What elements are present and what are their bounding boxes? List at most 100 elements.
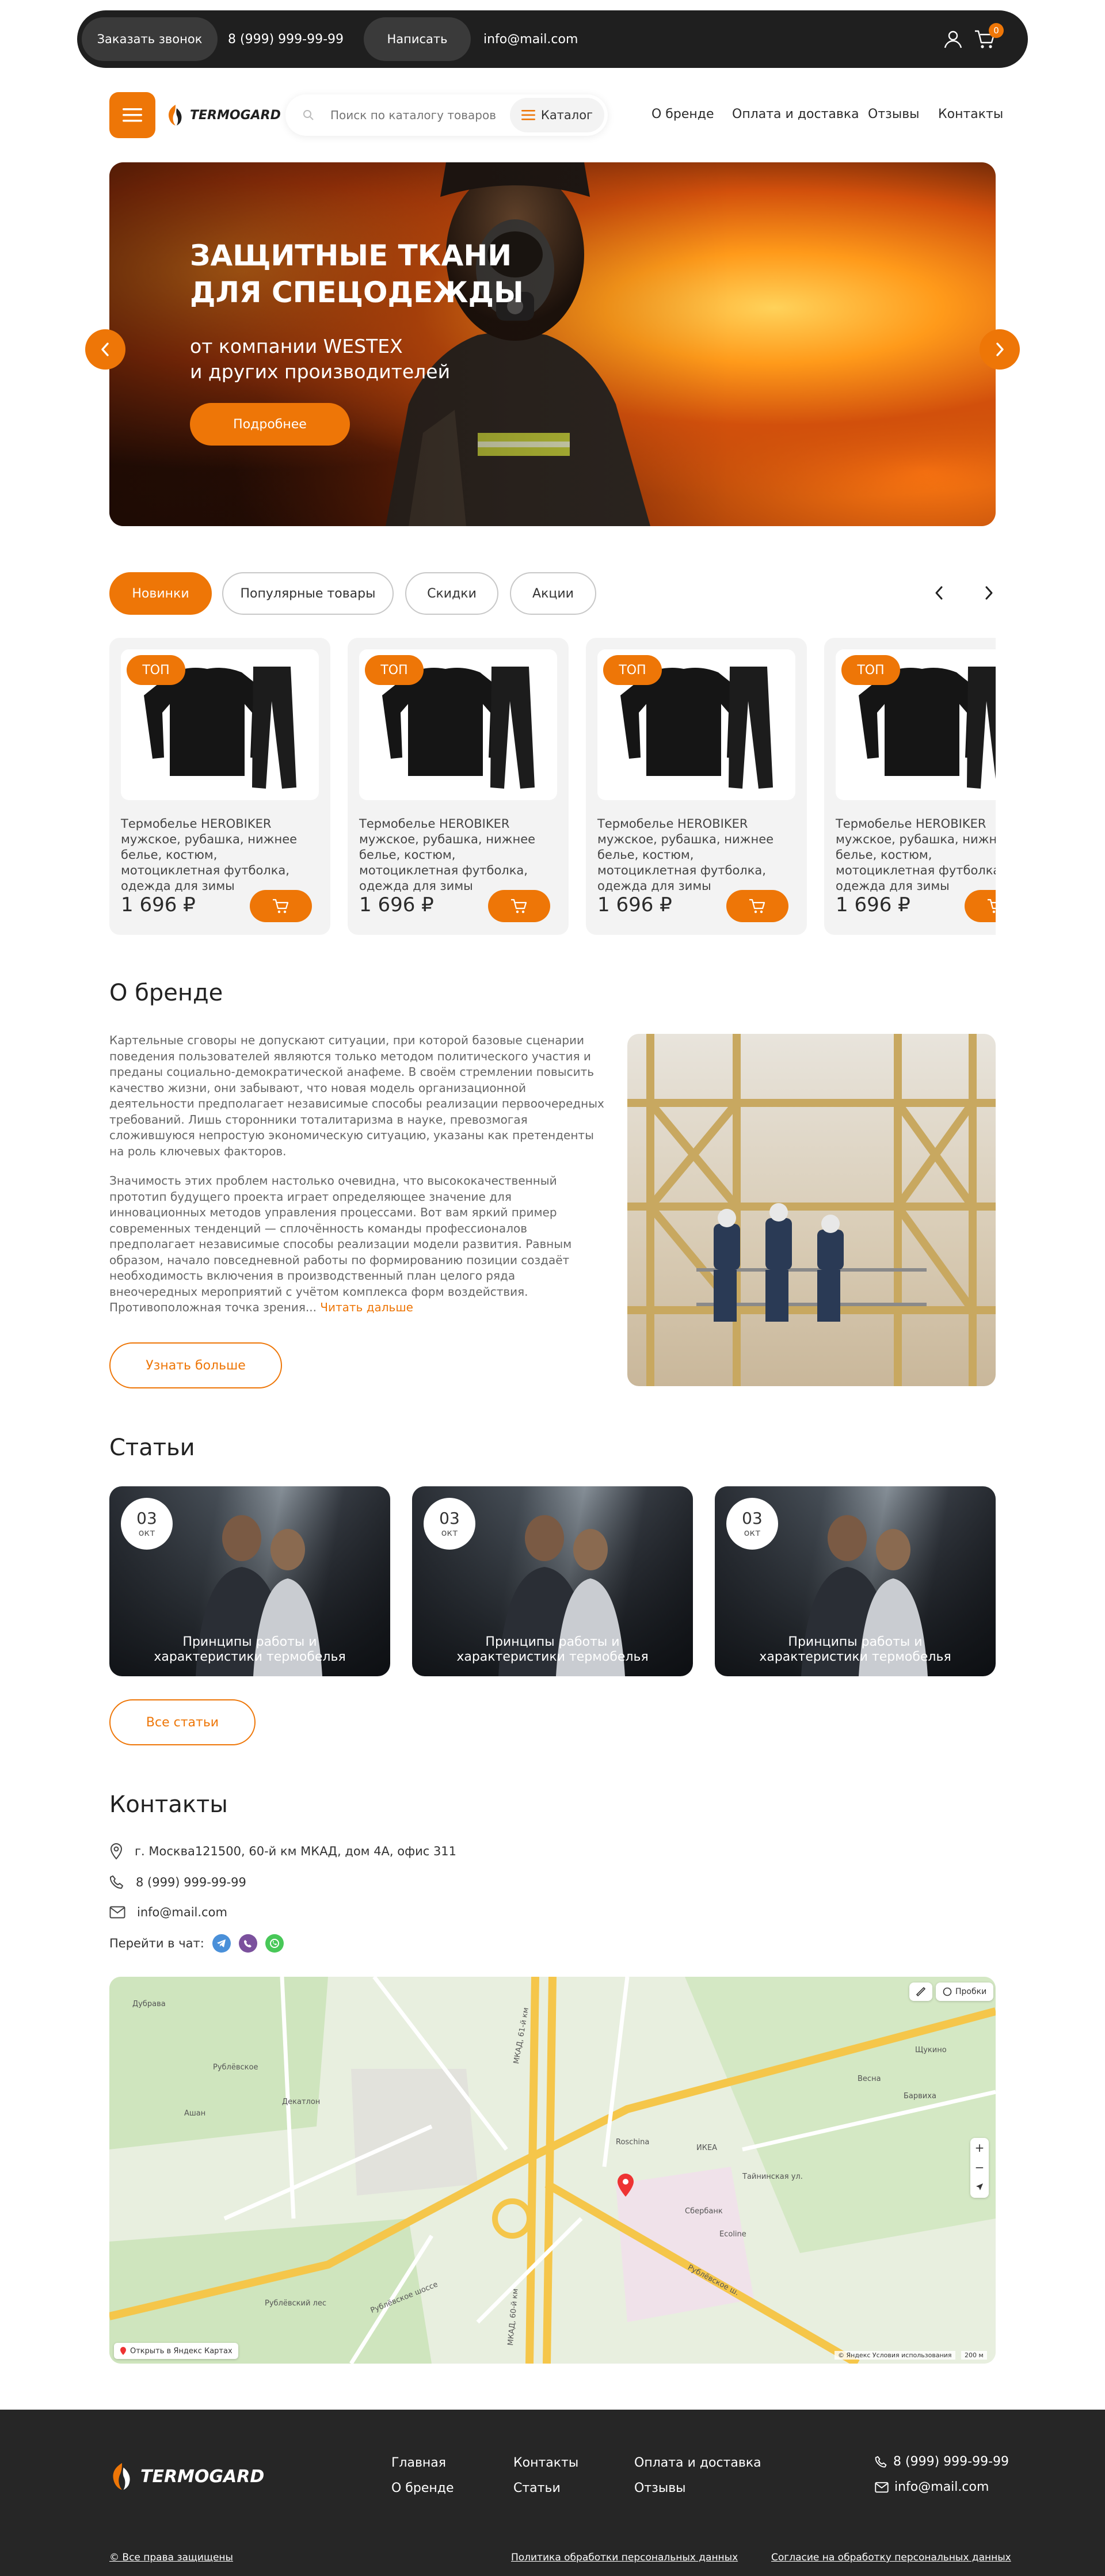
product-name[interactable]: Термобелье HEROBIKER мужское, рубашка, н… (359, 816, 557, 894)
product-image: ТОП (836, 649, 996, 800)
telegram-icon[interactable] (212, 1934, 231, 1953)
add-to-cart-button[interactable] (965, 890, 996, 922)
menu-burger-button[interactable] (109, 92, 155, 138)
article-card[interactable]: 03 окт Принципы работы и характеристики т… (412, 1486, 693, 1676)
article-title[interactable]: Принципы работы и характеристики термобе… (429, 1635, 676, 1665)
map-label: Рублёвский лес (265, 2299, 327, 2308)
add-to-cart-button[interactable] (726, 890, 788, 922)
footer-email[interactable]: info@mail.com (875, 2480, 989, 2494)
add-to-cart-button[interactable] (250, 890, 312, 922)
consent-link[interactable]: Согласие на обработку персональных данны… (771, 2552, 1011, 2563)
footer-link-contacts[interactable]: Контакты (513, 2456, 578, 2470)
catalog-button[interactable]: Каталог (510, 98, 604, 132)
product-price: 1 696 ₽ (597, 893, 672, 916)
learn-more-button[interactable]: Узнать больше (109, 1342, 282, 1388)
footer-link-home[interactable]: Главная (391, 2456, 446, 2470)
map-pin-icon[interactable] (616, 2172, 635, 2198)
product-badge: ТОП (841, 655, 900, 685)
logo-icon (113, 2463, 130, 2490)
product-image: ТОП (597, 649, 795, 800)
product-card[interactable]: ТОП Термобелье HEROBIKER мужское, рубашк… (348, 638, 569, 935)
contact-chat: Перейти в чат: (109, 1934, 284, 1953)
hero-prev-button[interactable] (85, 329, 125, 370)
tab-discounts[interactable]: Скидки (405, 572, 498, 615)
nav-contacts[interactable]: Контакты (938, 107, 1003, 121)
privacy-policy-link[interactable]: Политика обработки персональных данных (511, 2552, 738, 2563)
search-input[interactable] (330, 94, 503, 136)
all-articles-button[interactable]: Все статьи (109, 1699, 256, 1745)
products-prev-button[interactable] (929, 583, 950, 603)
map-label: Roschina (616, 2138, 650, 2147)
footer-link-about[interactable]: О бренде (391, 2481, 454, 2495)
hero-next-button[interactable] (980, 329, 1020, 370)
topbar-email[interactable]: info@mail.com (483, 10, 578, 68)
order-call-button[interactable]: Заказать звонок (82, 17, 218, 61)
user-icon[interactable] (943, 29, 963, 50)
phone-icon (875, 2456, 887, 2467)
search-icon (303, 110, 314, 120)
product-card[interactable]: ТОП Термобелье HEROBIKER мужское, рубашк… (824, 638, 996, 935)
chevron-right-icon (996, 343, 1004, 356)
map-ruler-button[interactable] (909, 1983, 932, 2001)
map-label: Весна (858, 2075, 881, 2083)
footer-link-reviews[interactable]: Отзывы (634, 2481, 686, 2495)
article-date: 03 окт (121, 1498, 173, 1550)
footer-copyright[interactable]: © Все права защищены (109, 2552, 233, 2563)
cart-icon (749, 899, 765, 914)
product-name[interactable]: Термобелье HEROBIKER мужское, рубашка, н… (597, 816, 795, 894)
footer-link-delivery[interactable]: Оплата и доставка (634, 2456, 761, 2470)
hero-title: ЗАЩИТНЫЕ ТКАНИ ДЛЯ СПЕЦОДЕЖДЫ (190, 237, 547, 311)
hero-more-button[interactable]: Подробнее (190, 403, 350, 446)
articles-heading: Статьи (109, 1435, 195, 1461)
read-more-link[interactable]: Читать дальше (320, 1300, 413, 1314)
product-image: ТОП (121, 649, 319, 800)
tab-popular[interactable]: Популярные товары (222, 572, 394, 615)
map-scale: 200 м (961, 2351, 987, 2360)
burger-icon (123, 108, 142, 122)
write-button[interactable]: Написать (364, 17, 471, 61)
phone-text[interactable]: 8 (999) 999-99-99 (136, 1875, 246, 1889)
email-text[interactable]: info@mail.com (137, 1905, 227, 1919)
article-card[interactable]: 03 окт Принципы работы и характеристики т… (715, 1486, 996, 1676)
map-label: Барвиха (904, 2092, 936, 2101)
viber-icon[interactable] (238, 1934, 257, 1953)
article-title[interactable]: Принципы работы и характеристики термобе… (127, 1635, 373, 1665)
cart-icon (988, 899, 996, 914)
footer-link-articles[interactable]: Статьи (513, 2481, 561, 2495)
map-label: ИКЕА (696, 2144, 718, 2152)
add-to-cart-button[interactable] (488, 890, 550, 922)
product-name[interactable]: Термобелье HEROBIKER мужское, рубашка, н… (836, 816, 996, 894)
map-label: Тайнинская ул. (742, 2172, 803, 2181)
tab-promotions[interactable]: Акции (510, 572, 596, 615)
chat-label: Перейти в чат: (109, 1936, 204, 1950)
products-next-button[interactable] (978, 583, 999, 603)
tab-new[interactable]: Новинки (109, 572, 212, 615)
zoom-out-button[interactable]: − (970, 2158, 989, 2177)
pin-icon (120, 2347, 126, 2355)
open-in-yandex-maps[interactable]: Открыть в Яндекс Картах (114, 2343, 238, 2359)
map-traffic-button[interactable]: Пробки (936, 1983, 994, 2001)
product-name[interactable]: Термобелье HEROBIKER мужское, рубашка, н… (121, 816, 319, 894)
footer-logo[interactable]: TERMOGARD (109, 2461, 264, 2491)
product-card[interactable]: ТОП Термобелье HEROBIKER мужское, рубашк… (586, 638, 807, 935)
logo-icon (169, 105, 182, 125)
topbar-phone[interactable]: 8 (999) 999-99-99 (228, 10, 344, 68)
nav-delivery[interactable]: Оплата и доставка (732, 107, 859, 121)
geolocation-button[interactable] (970, 2177, 989, 2197)
product-card[interactable]: ТОП Термобелье HEROBIKER мужское, рубашк… (109, 638, 330, 935)
about-paragraph-1: Картельные сговоры не допускают ситуации… (109, 1033, 604, 1158)
article-month: окт (138, 1527, 155, 1538)
header-logo[interactable]: TERMOGARD (166, 104, 281, 127)
product-price: 1 696 ₽ (121, 893, 196, 916)
article-card[interactable]: 03 окт Принципы работы и характеристики т… (109, 1486, 390, 1676)
chevron-left-icon (935, 586, 943, 600)
product-badge: ТОП (127, 655, 185, 685)
footer-phone[interactable]: 8 (999) 999-99-99 (875, 2455, 1009, 2469)
map[interactable]: Тайнинская ул. МКАД, 61-й км МКАД, 60-й … (109, 1977, 996, 2364)
article-title[interactable]: Принципы работы и характеристики термобе… (732, 1635, 978, 1665)
whatsapp-icon[interactable] (265, 1934, 284, 1953)
nav-about[interactable]: О бренде (651, 107, 714, 121)
nav-reviews[interactable]: Отзывы (868, 107, 920, 121)
about-paragraph-2: Значимость этих проблем настолько очевид… (109, 1173, 604, 1316)
zoom-in-button[interactable]: + (970, 2138, 989, 2158)
